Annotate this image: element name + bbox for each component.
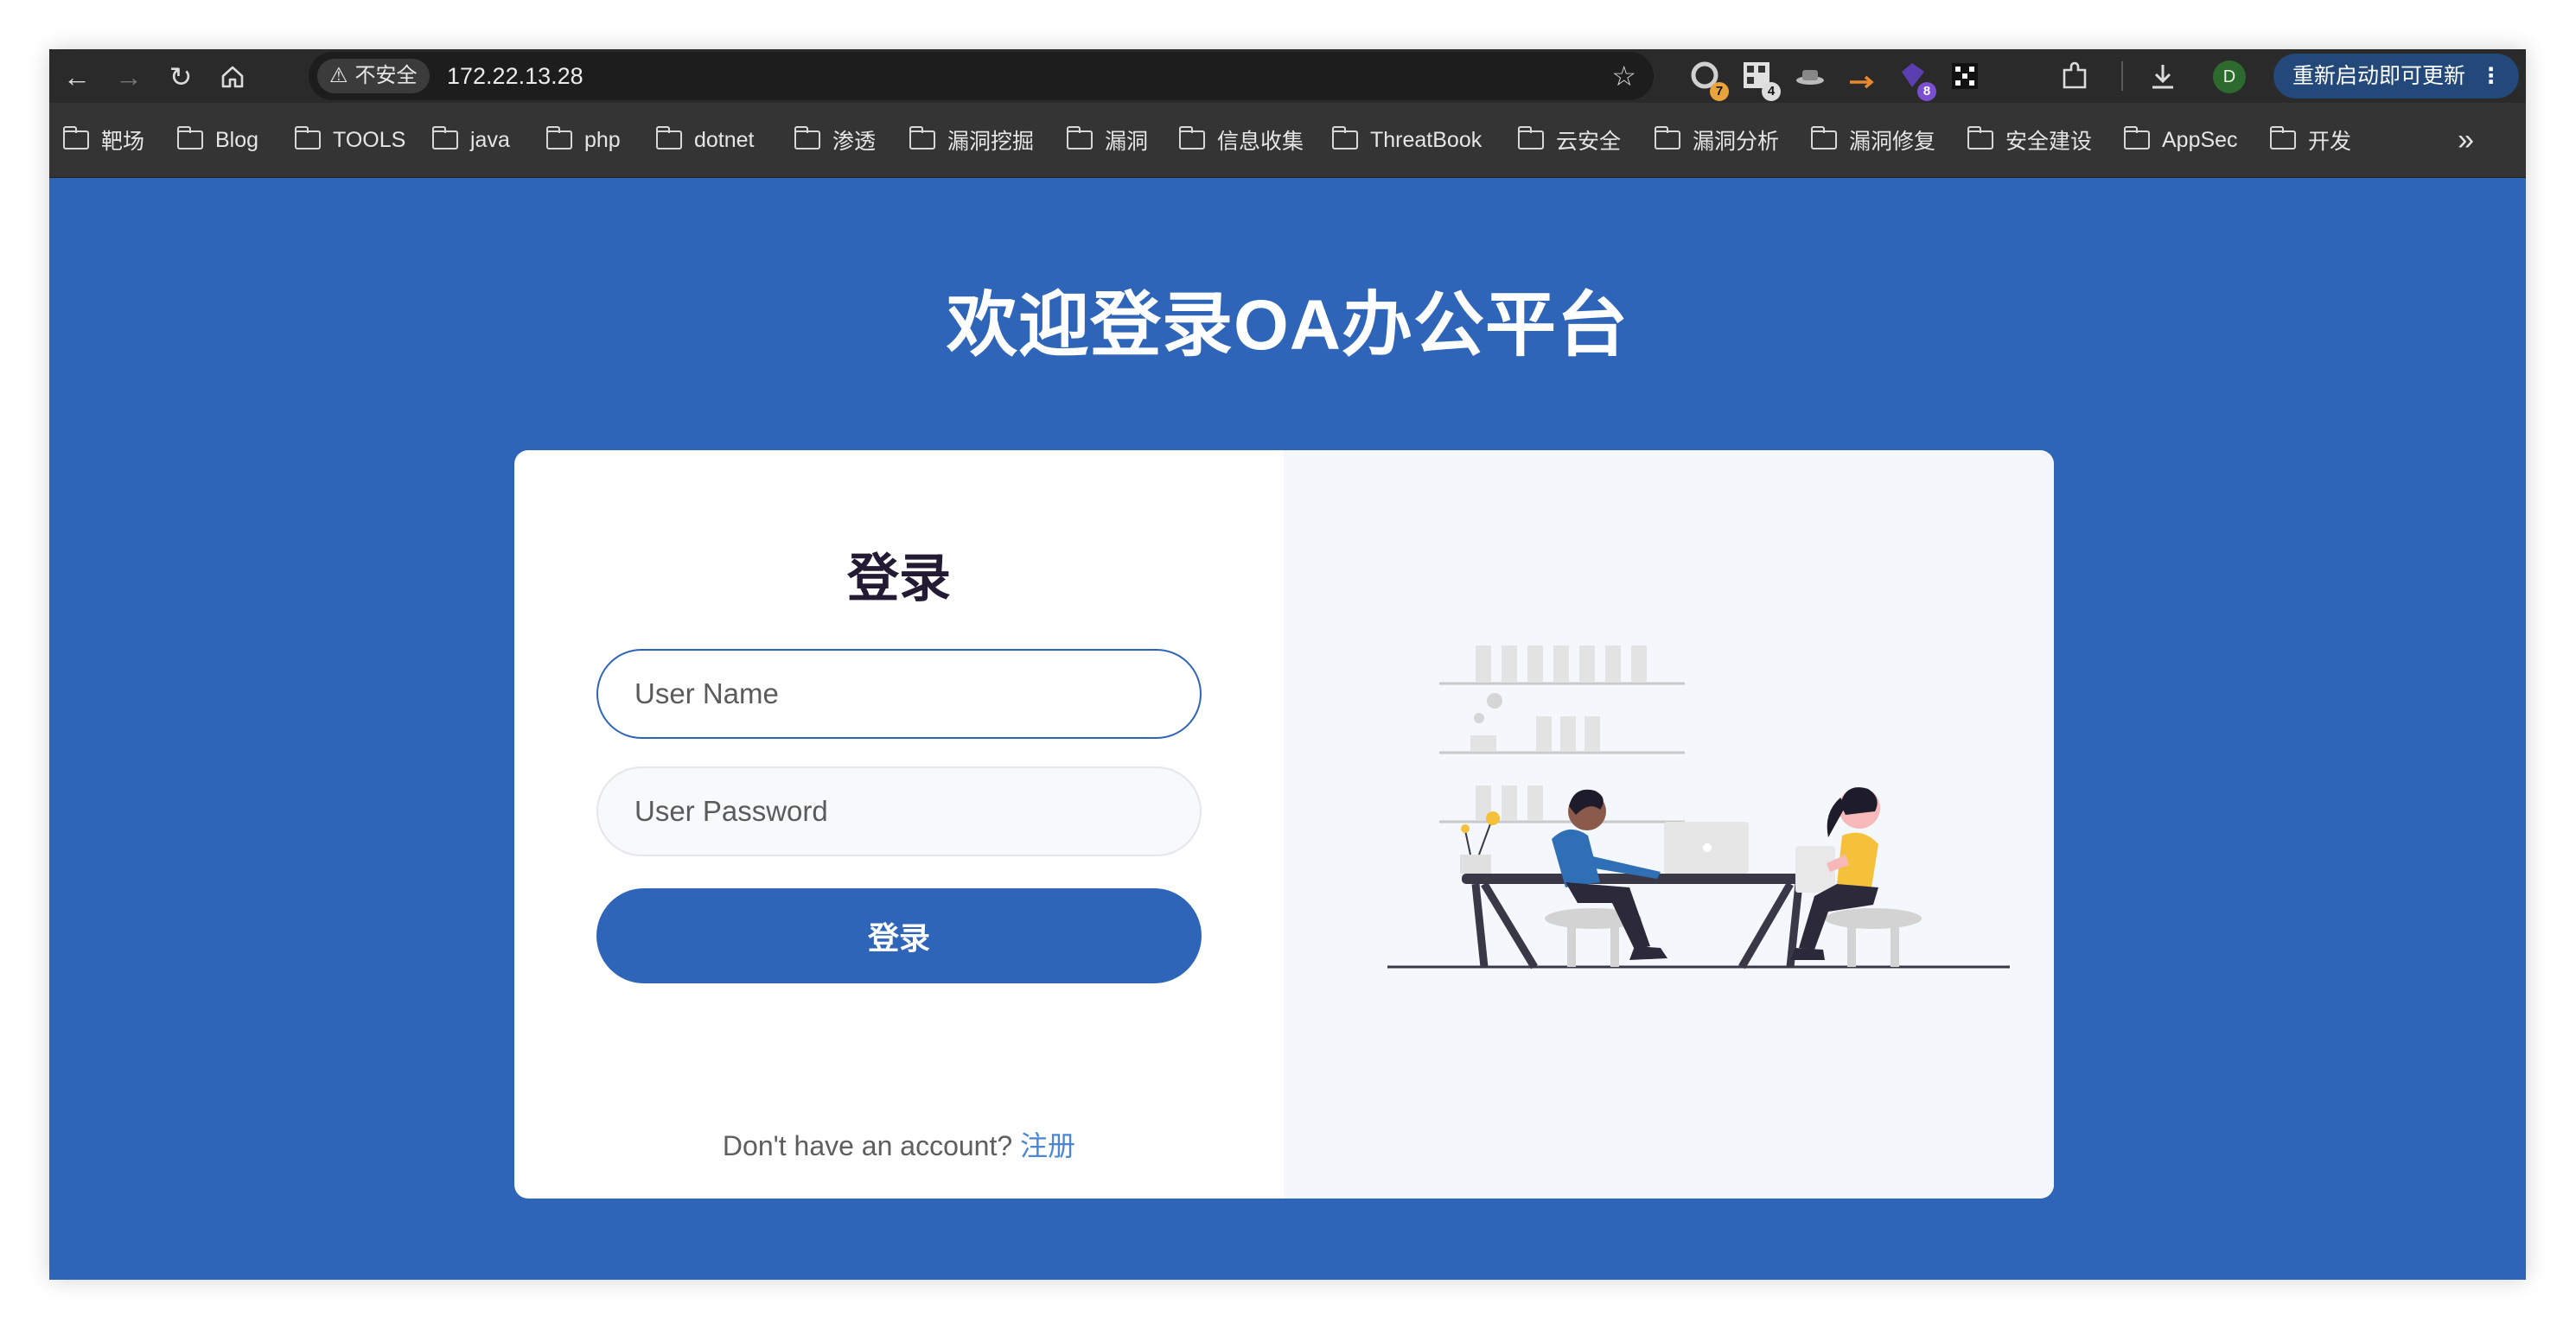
- bookmark-label: TOOLS: [333, 127, 406, 152]
- extension-badge: 7: [1710, 82, 1729, 101]
- bookmark-folder[interactable]: 渗透: [794, 103, 876, 177]
- folder-icon: [1066, 126, 1093, 149]
- folder-icon: [1331, 126, 1358, 149]
- forward-arrow-icon[interactable]: →: [110, 58, 148, 96]
- illustration-panel: [1284, 450, 2054, 1199]
- bookmark-label: 漏洞分析: [1693, 130, 1780, 154]
- bookmark-folder[interactable]: 开发: [2269, 103, 2352, 177]
- bookmarks-bar: 靶场 Blog TOOLS java php dotnet 渗透 漏洞挖掘 漏洞…: [49, 103, 2526, 178]
- folder-icon: [2123, 126, 2150, 149]
- bookmark-folder[interactable]: 漏洞修复: [1810, 103, 1936, 177]
- folder-icon: [176, 126, 203, 149]
- bookmark-label: php: [584, 127, 621, 152]
- bookmark-label: 信息收集: [1217, 130, 1304, 154]
- bookmark-label: dotnet: [694, 127, 755, 152]
- restart-update-button[interactable]: 重新启动即可更新 ⋮: [2273, 54, 2519, 99]
- bookmark-folder[interactable]: 漏洞分析: [1654, 103, 1780, 177]
- folder-icon: [655, 126, 682, 149]
- extensions-puzzle-icon[interactable]: [2057, 60, 2092, 94]
- bookmark-label: 渗透: [832, 130, 877, 154]
- folder-icon: [545, 126, 572, 149]
- browser-window: ← → ↻ ⚠ 不安全 172.22.13.28 ☆ 7 4 8 D 重新启动即…: [49, 49, 2526, 1280]
- update-label: 重新启动即可更新: [2292, 64, 2466, 88]
- extension-badge: 4: [1762, 82, 1781, 101]
- office-illustration: [1387, 645, 2010, 970]
- extension-hat-icon[interactable]: [1793, 60, 1827, 94]
- folder-icon: [2269, 126, 2296, 149]
- bookmark-label: 安全建设: [2005, 130, 2093, 154]
- download-icon[interactable]: [2146, 60, 2180, 94]
- extension-badge: 8: [1917, 82, 1936, 101]
- bookmark-star-icon[interactable]: ☆: [1611, 52, 1636, 100]
- bookmark-folder[interactable]: php: [545, 103, 621, 177]
- folder-icon: [1967, 126, 1993, 149]
- reload-icon[interactable]: ↻: [162, 58, 200, 96]
- bookmark-folder[interactable]: 云安全: [1517, 103, 1622, 177]
- password-input[interactable]: [596, 766, 1202, 856]
- bookmark-label: 漏洞: [1105, 130, 1149, 154]
- folder-icon: [62, 126, 89, 149]
- security-chip[interactable]: ⚠ 不安全: [317, 59, 430, 93]
- extension-arrow-icon[interactable]: [1845, 60, 1879, 94]
- bookmark-folder[interactable]: TOOLS: [294, 103, 406, 177]
- signup-prompt-text: Don't have an account?: [722, 1130, 1013, 1161]
- bookmark-label: Blog: [215, 127, 259, 152]
- bookmark-label: java: [470, 127, 510, 152]
- bookmark-folder[interactable]: 靶场: [62, 103, 145, 177]
- bookmark-folder[interactable]: Blog: [176, 103, 259, 177]
- bookmark-folder[interactable]: 信息收集: [1178, 103, 1304, 177]
- laptop-graphic: [1664, 822, 1749, 874]
- folder-icon: [1654, 126, 1680, 149]
- bookmark-label: 靶场: [101, 130, 145, 154]
- bookmark-folder[interactable]: java: [431, 103, 510, 177]
- menu-kebab-icon: ⋮: [2480, 64, 2502, 88]
- browser-toolbar: ← → ↻ ⚠ 不安全 172.22.13.28 ☆ 7 4 8 D 重新启动即…: [49, 49, 2526, 103]
- shelves-graphic: [1439, 645, 1685, 823]
- more-bookmarks-chevron-icon[interactable]: »: [2458, 103, 2474, 177]
- login-button[interactable]: 登录: [596, 888, 1202, 983]
- folder-icon: [1517, 126, 1544, 149]
- folder-icon: [294, 126, 321, 149]
- stools-graphic: [1545, 908, 1922, 967]
- bookmark-folder[interactable]: 安全建设: [1967, 103, 2092, 177]
- bookmark-label: 开发: [2308, 130, 2352, 154]
- folder-icon: [1810, 126, 1837, 149]
- bookmark-folder[interactable]: dotnet: [655, 103, 755, 177]
- signup-link[interactable]: 注册: [1020, 1130, 1075, 1161]
- bookmark-folder[interactable]: ThreatBook: [1331, 103, 1482, 177]
- home-icon[interactable]: [214, 58, 252, 96]
- bookmark-label: AppSec: [2162, 127, 2238, 152]
- page-title: 欢迎登录OA办公平台: [946, 286, 1629, 365]
- bookmark-folder[interactable]: AppSec: [2123, 103, 2238, 177]
- bookmark-label: 云安全: [1556, 130, 1622, 154]
- security-label: 不安全: [354, 64, 418, 87]
- bookmark-folder[interactable]: 漏洞: [1066, 103, 1149, 177]
- login-card: 登录 登录 Don't have an account? 注册: [514, 450, 2054, 1199]
- extension-gem-icon[interactable]: 8: [1897, 60, 1936, 101]
- back-arrow-icon[interactable]: ←: [58, 58, 96, 96]
- extension-pattern-icon[interactable]: [1948, 60, 1983, 94]
- url-text[interactable]: 172.22.13.28: [447, 52, 583, 100]
- folder-icon: [794, 126, 820, 149]
- extension-circle-icon[interactable]: 7: [1689, 60, 1729, 101]
- username-input[interactable]: [596, 649, 1202, 739]
- bookmark-label: 漏洞修复: [1849, 130, 1936, 154]
- extension-qr-icon[interactable]: 4: [1741, 60, 1781, 101]
- signup-prompt: Don't have an account? 注册: [514, 1124, 1284, 1164]
- bookmark-label: ThreatBook: [1370, 127, 1482, 152]
- folder-icon: [909, 126, 935, 149]
- login-heading: 登录: [847, 550, 951, 607]
- address-bar[interactable]: ⚠ 不安全 172.22.13.28 ☆: [309, 52, 1654, 100]
- folder-icon: [1178, 126, 1205, 149]
- bookmark-folder[interactable]: 漏洞挖掘: [909, 103, 1034, 177]
- toolbar-divider: [2121, 61, 2123, 91]
- warning-triangle-icon: ⚠: [329, 64, 348, 87]
- bookmark-label: 漏洞挖掘: [947, 130, 1035, 154]
- person-yellow-graphic: [1790, 787, 1880, 960]
- profile-avatar[interactable]: D: [2213, 60, 2246, 93]
- folder-icon: [431, 126, 458, 149]
